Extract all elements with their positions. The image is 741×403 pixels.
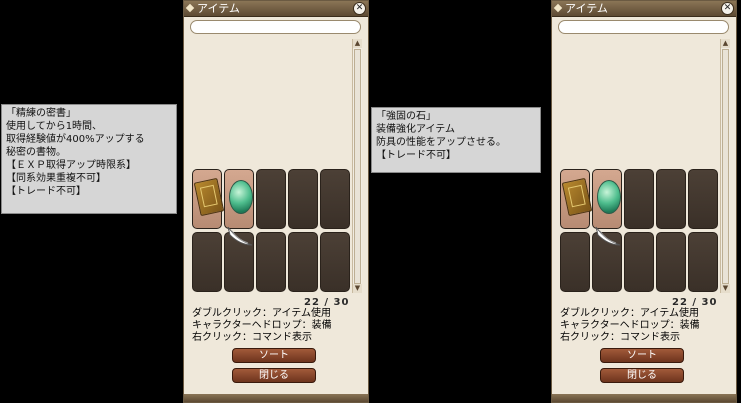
inventory-slot[interactable] [288,169,318,229]
scroll-down-icon[interactable]: ▼ [353,284,362,293]
tooltip-line: 【同系効果重複不可】 [6,173,106,184]
help-text: ダブルクリック：アイテム使用 キャラクターヘドロップ：装備 右クリック：コマンド… [560,308,732,344]
search-input[interactable] [558,20,729,34]
inventory-grid [560,169,718,293]
tooltip-line: 【トレード不可】 [6,186,86,197]
sort-button[interactable]: ソート [600,348,684,363]
inventory-slot[interactable] [624,169,654,229]
window-titlebar[interactable]: アイテム ✕ [184,1,368,17]
inventory-slot[interactable] [592,169,622,229]
inventory-slot[interactable] [624,232,654,292]
item-count: 22 / 30 [672,297,718,308]
title-diamond-icon [553,3,563,13]
scroll-up-icon[interactable]: ▲ [721,39,730,48]
search-input[interactable] [190,20,361,34]
book-icon [193,177,225,217]
inventory-slot[interactable] [192,169,225,229]
help-line: キャラクターヘドロップ：装備 [560,320,700,331]
help-line: ダブルクリック：アイテム使用 [192,308,331,319]
item-tooltip-stone: 「強固の石」 装備強化アイテム 防具の性能をアップさせる。 【トレード不可】 [371,107,541,173]
close-button[interactable]: 閉じる [232,368,316,383]
inventory-slot[interactable] [656,232,686,292]
wing-cursor-icon [595,226,621,246]
inventory-slot[interactable] [688,169,718,229]
inventory-slot[interactable] [224,169,254,229]
inventory-slot[interactable] [560,169,593,229]
tooltip-line: 「強固の石」 [376,111,436,122]
help-text: ダブルクリック：アイテム使用 キャラクターヘドロップ：装備 右クリック：コマンド… [192,308,364,344]
window-title: アイテム [197,2,240,15]
scrollbar[interactable]: ▲ ▼ [352,39,362,293]
book-icon [561,177,593,217]
window-titlebar[interactable]: アイテム ✕ [552,1,736,17]
tooltip-line: 「精練の密書」 [6,108,76,119]
tooltip-line: 【ＥＸＰ取得アップ時限系】 [6,160,136,171]
wing-cursor-icon [227,226,253,246]
window-close-icon[interactable]: ✕ [721,2,734,15]
sort-button[interactable]: ソート [232,348,316,363]
window-bottom-bar [552,394,736,402]
window-bottom-bar [184,394,368,402]
scrollbar[interactable]: ▲ ▼ [720,39,730,293]
tooltip-line: 取得経験値が400%アップする [6,134,145,145]
scroll-down-icon[interactable]: ▼ [721,284,730,293]
title-diamond-icon [185,3,195,13]
tooltip-line: 秘密の書物。 [6,147,66,158]
inventory-slot[interactable] [288,232,318,292]
inventory-slot[interactable] [320,232,350,292]
inventory-grid [192,169,350,293]
item-window-right: アイテム ✕ ▲ ▼ 22 / 30 ダブルクリック：アイテム使用 キャラクター… [551,0,737,403]
tooltip-line: 装備強化アイテム [376,124,455,135]
green-stone-icon [597,180,621,214]
green-stone-icon [229,180,253,214]
help-line: 右クリック：コマンド表示 [192,332,312,343]
inventory-slot[interactable] [320,169,350,229]
help-line: 右クリック：コマンド表示 [560,332,680,343]
item-count: 22 / 30 [304,297,350,308]
close-button[interactable]: 閉じる [600,368,684,383]
inventory-slot[interactable] [688,232,718,292]
tooltip-line: 防具の性能をアップさせる。 [376,137,506,148]
scroll-thumb[interactable] [354,49,361,284]
item-tooltip-book: 「精練の密書」 使用してから1時間、 取得経験値が400%アップする 秘密の書物… [1,104,177,214]
inventory-slot[interactable] [256,232,286,292]
scroll-thumb[interactable] [722,49,729,284]
tooltip-line: 【トレード不可】 [376,150,456,161]
scroll-up-icon[interactable]: ▲ [353,39,362,48]
item-window-left: アイテム ✕ ▲ ▼ 22 / 30 ダブルクリック：アイテム使用 キャラクター… [183,0,369,403]
help-line: キャラクターヘドロップ：装備 [192,320,332,331]
inventory-slot[interactable] [256,169,286,229]
window-close-icon[interactable]: ✕ [353,2,366,15]
tooltip-line: 使用してから1時間、 [6,121,103,132]
help-line: ダブルクリック：アイテム使用 [560,308,699,319]
inventory-slot[interactable] [656,169,686,229]
window-title: アイテム [565,2,608,15]
inventory-slot[interactable] [192,232,222,292]
inventory-slot[interactable] [560,232,590,292]
